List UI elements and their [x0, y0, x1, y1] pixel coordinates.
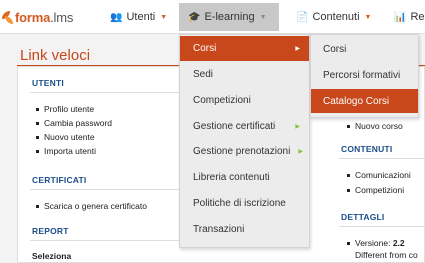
section-divider [339, 158, 425, 159]
elearning-dropdown-menu: Corsi ▶ Sedi Competizioni Gestione certi… [179, 34, 310, 248]
logo-suffix: .lms [50, 9, 74, 25]
link-cambia-password[interactable]: Cambia password [36, 118, 112, 128]
version-value: 2.2 [392, 238, 405, 248]
chevron-down-icon: ▼ [364, 13, 372, 21]
submenu-item-catalogo-corsi[interactable]: Catalogo Corsi [311, 89, 418, 113]
nav-elearning-label: E-learning [204, 11, 255, 23]
section-heading-contenuti: CONTENUTI [341, 144, 393, 154]
submenu-item-corsi[interactable]: Corsi [311, 37, 418, 61]
section-heading-report: REPORT [32, 226, 69, 236]
menu-item-corsi[interactable]: Corsi ▶ [180, 36, 309, 61]
nav-contenuti-label: Contenuti [312, 11, 360, 23]
section-divider [30, 240, 180, 241]
link-comunicazioni[interactable]: Comunicazioni [347, 170, 411, 180]
version-label: Versione: [355, 238, 391, 248]
chevron-right-icon: ▶ [298, 149, 303, 155]
section-heading-utenti: UTENTI [32, 78, 64, 88]
nav-report[interactable]: 📊 Rep [394, 0, 425, 34]
menu-item-gestione-certificati[interactable]: Gestione certificati ▶ [180, 114, 309, 139]
nav-contenuti[interactable]: 📄 Contenuti ▼ [296, 0, 371, 34]
section-divider [30, 92, 180, 93]
nav-utenti[interactable]: 👥 Utenti ▼ [110, 0, 167, 34]
menu-item-transazioni[interactable]: Transazioni [180, 217, 309, 242]
graduation-cap-icon: 🎓 [188, 11, 201, 23]
link-importa-utenti[interactable]: Importa utenti [36, 146, 96, 156]
nav-report-label: Rep [410, 11, 425, 23]
logo-leaf-icon [2, 10, 13, 24]
menu-item-politiche-iscrizione[interactable]: Politiche di iscrizione [180, 191, 309, 216]
corsi-submenu: Corsi Percorsi formativi Catalogo Corsi [310, 34, 419, 118]
submenu-item-percorsi-formativi[interactable]: Percorsi formativi [311, 63, 418, 87]
chart-icon: 📊 [394, 11, 407, 23]
chevron-right-icon: ▶ [295, 124, 300, 130]
section-heading-dettagli: DETTAGLI [341, 212, 385, 222]
link-nuovo-utente[interactable]: Nuovo utente [36, 132, 95, 142]
formalms-logo[interactable]: forma.lms [2, 9, 73, 25]
link-competizioni[interactable]: Competizioni [347, 185, 404, 195]
files-icon: 📄 [296, 11, 309, 23]
menu-item-competizioni[interactable]: Competizioni [180, 88, 309, 113]
chevron-down-icon: ▼ [160, 13, 168, 21]
report-seleziona[interactable]: Seleziona [32, 251, 71, 261]
menu-item-libreria-contenuti[interactable]: Libreria contenuti [180, 165, 309, 190]
nav-utenti-label: Utenti [126, 11, 156, 23]
chevron-right-icon: ▶ [295, 46, 300, 52]
section-divider [30, 189, 180, 190]
users-icon: 👥 [110, 11, 123, 23]
section-divider [339, 226, 425, 227]
version-diff-text: Different from co [355, 250, 418, 260]
section-heading-certificati: CERTIFICATI [32, 175, 87, 185]
link-nuovo-corso[interactable]: Nuovo corso [347, 121, 403, 131]
link-profilo-utente[interactable]: Profilo utente [36, 104, 94, 114]
version-info: Versione: 2.2 [347, 238, 405, 248]
logo-prefix: forma [15, 9, 51, 25]
chevron-down-icon: ▼ [259, 13, 267, 21]
page-title: Link veloci [20, 47, 91, 64]
menu-item-gestione-prenotazioni[interactable]: Gestione prenotazioni ▶ [180, 139, 309, 164]
nav-elearning[interactable]: 🎓 E-learning ▼ [179, 3, 279, 31]
link-scarica-certificato[interactable]: Scarica o genera certificato [36, 201, 147, 211]
top-navigation-bar: forma.lms 👥 Utenti ▼ 🎓 E-learning ▼ 📄 Co… [0, 0, 425, 34]
menu-item-sedi[interactable]: Sedi [180, 62, 309, 87]
